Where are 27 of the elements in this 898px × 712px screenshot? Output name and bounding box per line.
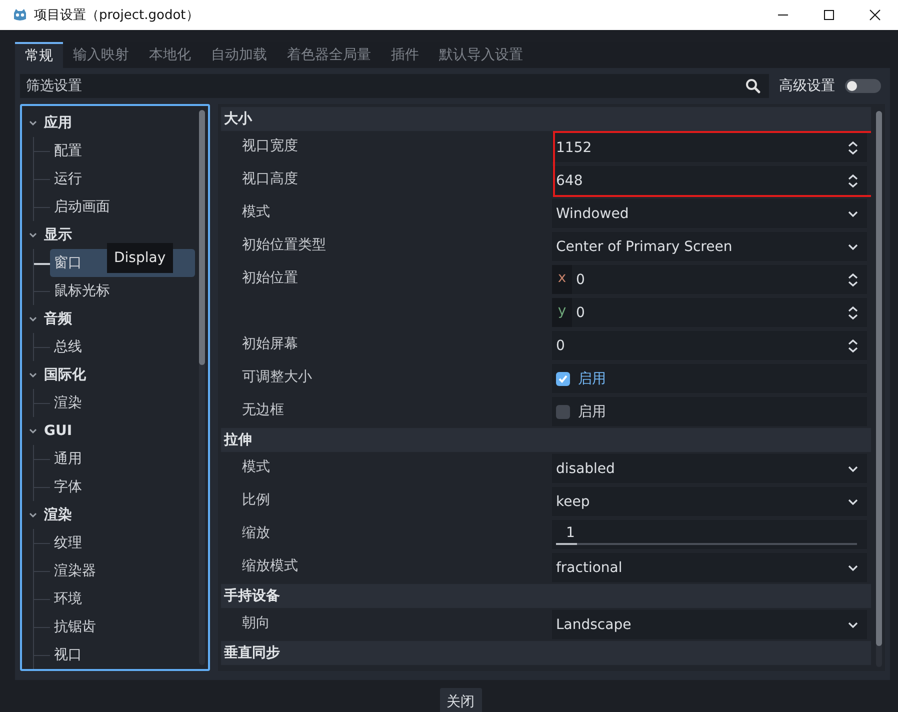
- section-header: 手持设备: [221, 584, 871, 608]
- checkbox-label: 启用: [578, 402, 606, 420]
- checkbox-label: 启用: [578, 370, 606, 388]
- property-label: 初始位置类型: [241, 236, 327, 255]
- property-label: 初始位置: [241, 269, 299, 288]
- section-header: 大小: [221, 107, 871, 131]
- property-label: 初始屏幕: [241, 335, 299, 354]
- property-label: 视口宽度: [241, 137, 299, 156]
- property-label: 模式: [241, 203, 271, 222]
- property-label: 可调整大小: [241, 368, 313, 387]
- property-label: 缩放模式: [241, 557, 299, 576]
- axis-label: y: [552, 298, 572, 327]
- field-value: 0: [576, 304, 585, 320]
- field-value: 0: [576, 272, 585, 288]
- axis-label: x: [552, 265, 572, 294]
- section-header: 垂直同步: [221, 641, 871, 665]
- advanced-settings-label: 高级设置: [779, 77, 835, 95]
- property-label: 无边框: [241, 401, 285, 420]
- property-label: 视口高度: [241, 170, 299, 189]
- tooltip: Display: [107, 243, 173, 273]
- property-label: 比例: [241, 491, 271, 510]
- property-label: 缩放: [241, 524, 271, 543]
- section-header: 拉伸: [221, 428, 871, 452]
- window-title: 项目设置（project.godot）: [34, 7, 199, 24]
- slider-value: 1: [565, 524, 576, 540]
- property-label: 模式: [241, 458, 271, 477]
- property-label: 朝向: [241, 614, 271, 633]
